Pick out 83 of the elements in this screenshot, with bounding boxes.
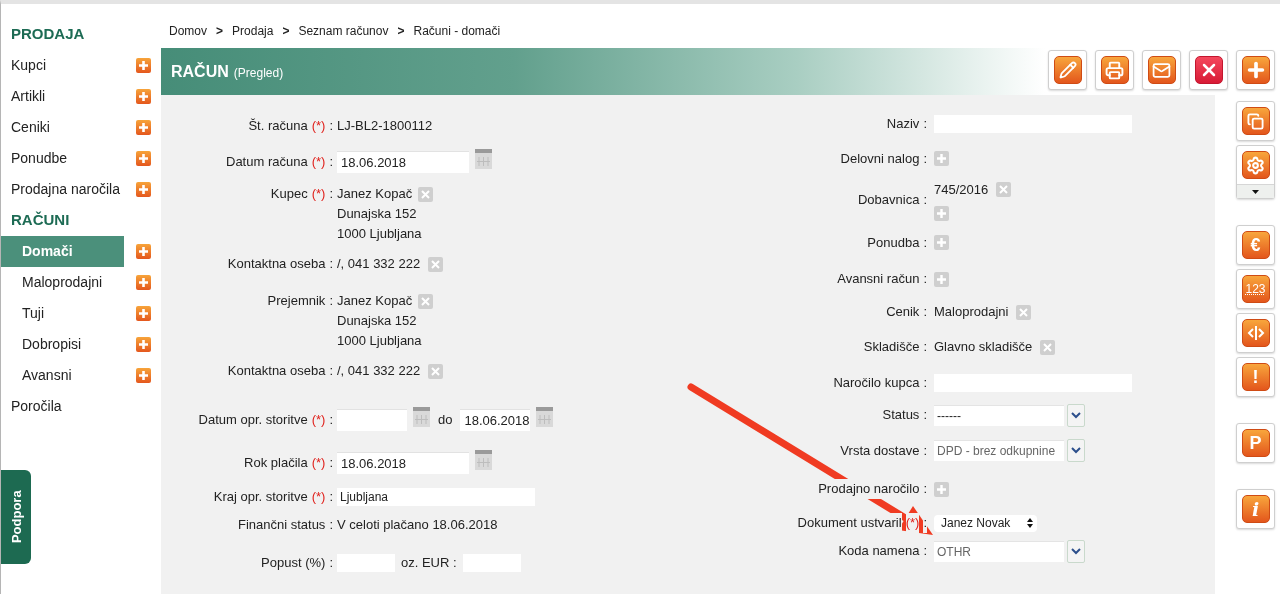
address-line: 1000 Ljubljana xyxy=(337,332,422,351)
copy-icon xyxy=(1247,112,1264,130)
section-heading: RAČUNI xyxy=(11,210,70,231)
dropdown-button[interactable] xyxy=(1067,403,1085,427)
date-field[interactable]: 18.06.2018 xyxy=(337,151,469,173)
range-separator: do xyxy=(438,411,453,429)
calendar-icon[interactable] xyxy=(413,407,430,427)
breadcrumb-link[interactable]: Seznam računov xyxy=(298,22,389,40)
chevron-down-icon xyxy=(1071,411,1081,419)
breadcrumb-separator: > xyxy=(216,23,224,40)
add-icon[interactable] xyxy=(136,89,151,104)
sidebar-item[interactable]: Kupci xyxy=(1,50,124,81)
sidebar-item[interactable]: Artikli xyxy=(1,81,124,112)
add-icon[interactable] xyxy=(136,244,151,259)
date-field[interactable] xyxy=(337,409,407,431)
add-icon[interactable] xyxy=(136,120,151,135)
sidebar-item[interactable]: Ceniki xyxy=(1,112,124,143)
field-value: 745/2016 xyxy=(934,181,989,199)
field-value: V celoti plačano 18.06.2018 xyxy=(337,517,498,532)
breadcrumb-separator: > xyxy=(397,23,405,40)
calendar-icon[interactable] xyxy=(536,407,554,427)
sidebar-item[interactable]: Dobropisi xyxy=(1,329,124,360)
date-field[interactable]: 18.06.2018 xyxy=(337,452,469,474)
dropdown-button[interactable] xyxy=(1067,539,1085,563)
text-field[interactable]: Ljubljana xyxy=(337,488,535,506)
sidebar-item[interactable]: Maloprodajni xyxy=(1,267,124,298)
date-field[interactable]: 18.06.2018 xyxy=(460,409,531,431)
sidebar-item[interactable]: Tuji xyxy=(1,298,124,329)
envelope-icon xyxy=(1152,60,1171,80)
settings-button[interactable] xyxy=(1236,145,1275,199)
printer-icon xyxy=(1105,60,1124,80)
support-tab[interactable]: Podpora xyxy=(1,470,31,564)
sidebar-item[interactable]: Ponudbe xyxy=(1,143,124,174)
address-line: Dunajska 152 xyxy=(337,312,417,331)
email-button[interactable] xyxy=(1142,50,1181,90)
add-icon[interactable] xyxy=(136,58,151,73)
add-icon[interactable] xyxy=(136,151,151,166)
print-button[interactable] xyxy=(1095,50,1134,90)
add-icon[interactable] xyxy=(136,368,151,383)
up-down-icon xyxy=(1027,518,1033,528)
section-heading: PRODAJA xyxy=(11,24,85,45)
delete-button[interactable] xyxy=(1189,50,1228,90)
add-icon[interactable] xyxy=(136,337,151,352)
add-icon[interactable] xyxy=(136,306,151,321)
pencil-icon xyxy=(1058,61,1077,79)
add-icon[interactable] xyxy=(136,275,151,290)
chevron-down-icon xyxy=(1071,447,1081,454)
address-line: Janez Kopač xyxy=(337,292,413,311)
calendar-icon[interactable] xyxy=(475,450,492,470)
copy-button[interactable] xyxy=(1236,101,1275,141)
field-label: oz. EUR : xyxy=(401,554,457,572)
select-field[interactable]: ------ xyxy=(934,404,1064,426)
breadcrumb-separator: > xyxy=(282,23,290,40)
sidebar-item[interactable]: Poročila xyxy=(1,391,151,422)
field-value: LJ-BL2-1800112 xyxy=(337,118,433,133)
address-line: Dunajska 152 xyxy=(337,205,417,224)
field-label: Dokument ustvaril xyxy=(797,513,902,533)
split-arrows-icon xyxy=(1246,325,1265,341)
page-title: RAČUN xyxy=(171,61,229,82)
calendar-icon[interactable] xyxy=(475,149,492,169)
address-line: 1000 Ljubljana xyxy=(337,225,422,244)
breadcrumb-link[interactable]: Računi - domači xyxy=(413,22,501,40)
caret-icon[interactable] xyxy=(1252,189,1259,194)
page-subtitle: (Pregled) xyxy=(233,64,284,82)
split-button[interactable] xyxy=(1236,313,1275,353)
breadcrumb-link[interactable]: Domov xyxy=(169,22,207,40)
chevron-down-icon xyxy=(1071,547,1081,555)
field-value: /, 041 332 222 xyxy=(337,255,421,274)
field-value: Maloprodajni xyxy=(934,303,1009,322)
add-button[interactable] xyxy=(1236,50,1275,90)
field-value: Glavno skladišče xyxy=(934,338,1033,357)
settings-icon xyxy=(1246,155,1265,175)
field-label: Prodajno naročilo xyxy=(818,479,920,500)
sidebar-item[interactable]: Prodajna naročila xyxy=(1,174,124,205)
address-line: Janez Kopač xyxy=(337,185,413,204)
sidebar-item[interactable]: Domači xyxy=(1,236,124,267)
breadcrumb-link[interactable]: Prodaja xyxy=(232,22,274,40)
sidebar-item[interactable]: Avansni xyxy=(1,360,124,391)
add-icon[interactable] xyxy=(136,182,151,197)
field-value: /, 041 332 222 xyxy=(337,362,421,381)
select-field[interactable]: Janez Novak xyxy=(934,514,1037,532)
dropdown-button[interactable] xyxy=(1067,439,1085,462)
edit-button[interactable] xyxy=(1048,50,1087,90)
